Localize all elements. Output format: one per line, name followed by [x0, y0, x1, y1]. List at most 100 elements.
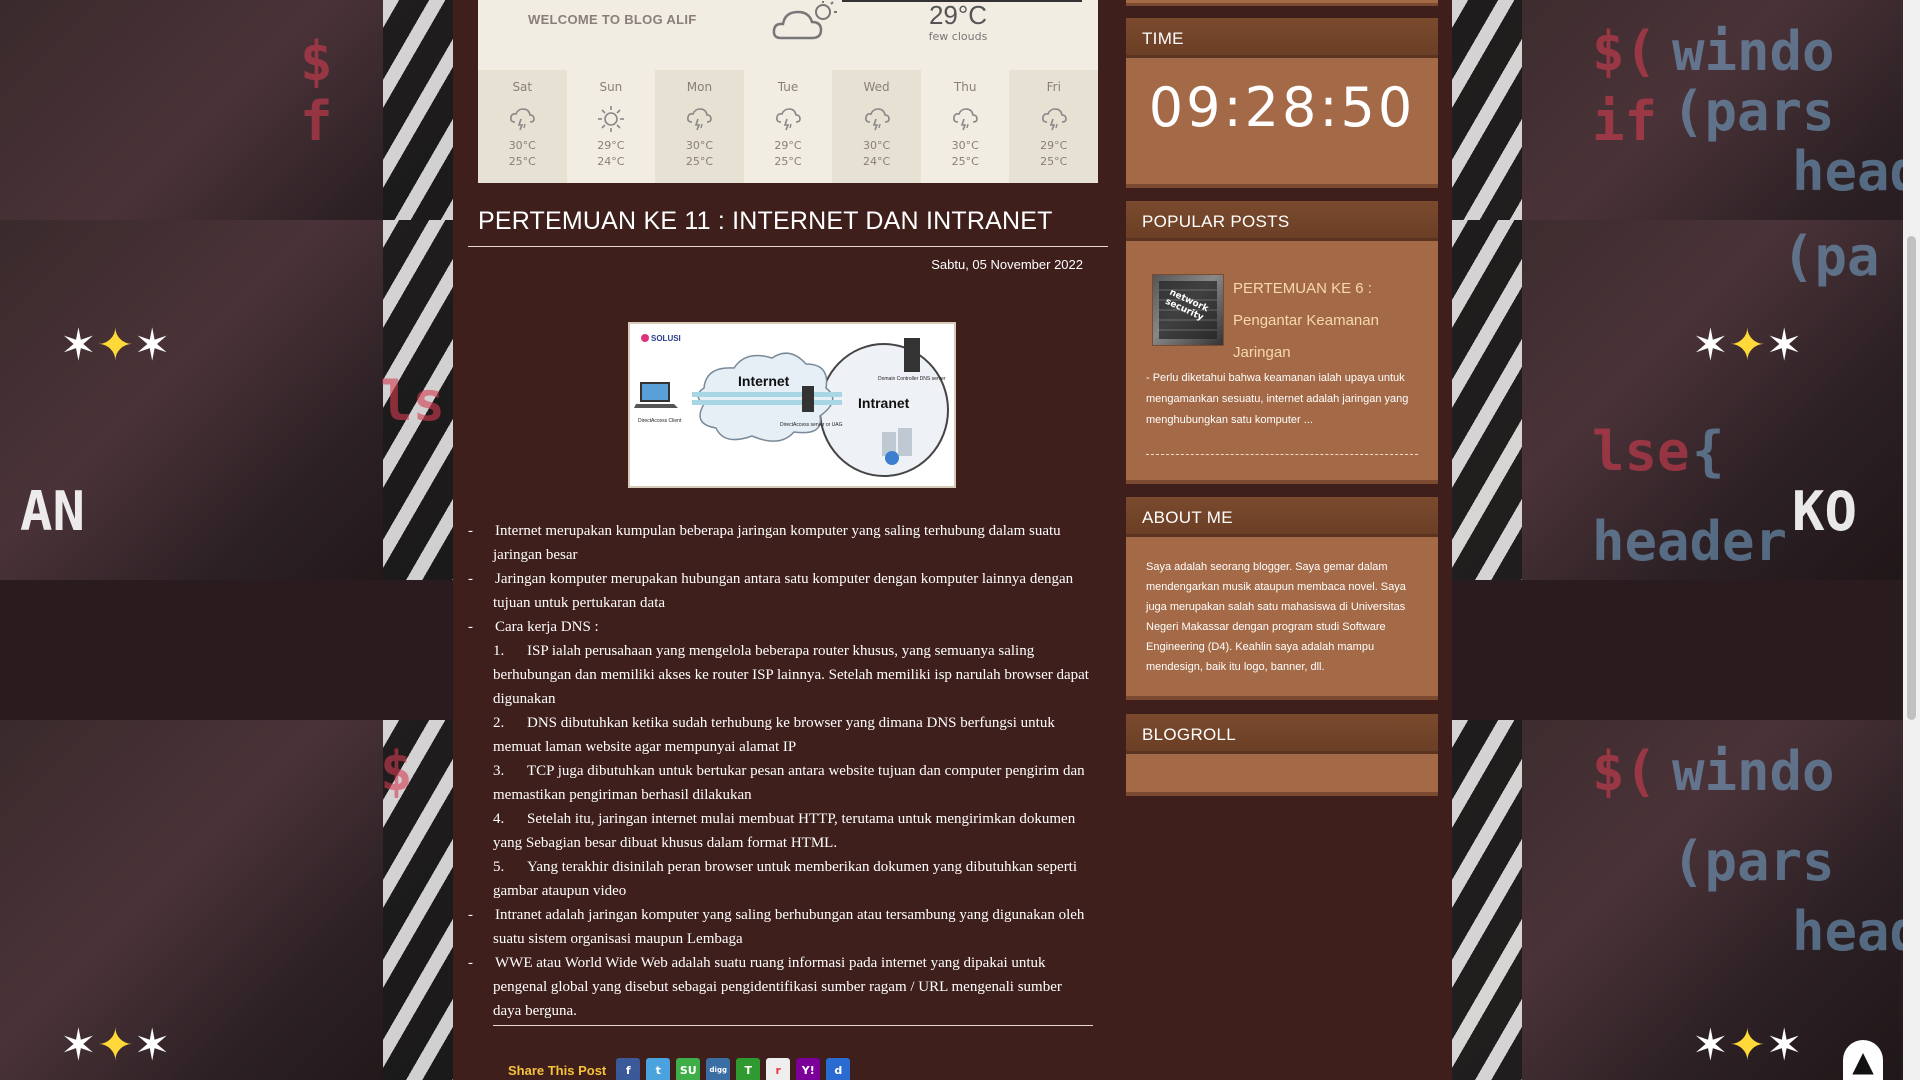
image-client-label: DirectAccess Client	[638, 418, 682, 424]
widget-title: ABOUT ME	[1126, 497, 1438, 537]
forecast-day-name: Mon	[686, 80, 713, 94]
dns-step: 2. DNS dibutuhkan ketika sudah terhubung …	[468, 711, 1093, 759]
step-text: Yang terakhir disinilah peran browser un…	[493, 859, 1078, 899]
popular-posts-widget: POPULAR POSTS network security PERTEMUAN…	[1126, 201, 1438, 484]
image-internet-label: Internet	[738, 373, 790, 389]
background-tile: (pa ✶✦✶ lse { KO header	[1452, 220, 1920, 580]
partly-cloudy-icon	[771, 0, 841, 46]
page-scrollbar[interactable]	[1903, 0, 1920, 1080]
forecast-day-name: Fri	[1046, 80, 1061, 94]
dns-step: 5. Yang terakhir disinilah peran browser …	[468, 855, 1093, 903]
bullet-dash: -	[468, 619, 473, 635]
forecast-low: 24°C	[597, 155, 625, 168]
bullet-dash: -	[468, 523, 473, 539]
forecast-day: Mon 30°C 25°C	[655, 70, 744, 183]
step-text: Setelah itu, jaringan internet mulai mem…	[493, 811, 1076, 851]
share-label: Share This Post	[508, 1062, 607, 1078]
twitter-icon[interactable]: t	[646, 1058, 671, 1080]
forecast-high: 29°C	[1040, 139, 1068, 152]
bullet-paragraph: - Intranet adalah jaringan komputer yang…	[468, 903, 1093, 951]
current-temperature: 29°C	[928, 0, 988, 30]
blog-wrapper: WELCOME TO BLOG ALIF 29°C few clouds Sat…	[453, 0, 1452, 1080]
forecast-day-name: Thu	[953, 80, 977, 94]
forecast-day: Sat 30°C 25°C	[478, 70, 567, 183]
post-body: - Internet merupakan kumpulan beberapa j…	[468, 519, 1093, 1023]
bullet-text: Internet merupakan kumpulan beberapa jar…	[493, 523, 1061, 563]
popular-post-thumbnail[interactable]: network security	[1152, 274, 1224, 346]
technorati-icon[interactable]: T	[736, 1058, 761, 1080]
step-number: 3.	[493, 763, 505, 779]
forecast-high: 29°C	[774, 139, 802, 152]
delicious-icon[interactable]: d	[826, 1058, 851, 1080]
forecast-low: 25°C	[508, 155, 536, 168]
top-widget-edge	[1126, 0, 1438, 6]
bullet-dash: -	[468, 571, 473, 587]
step-number: 4.	[493, 811, 505, 827]
dns-step: 3. TCP juga dibutuhkan untuk bertukar pes…	[468, 759, 1093, 807]
step-text: TCP juga dibutuhkan untuk bertukar pesan…	[493, 763, 1085, 803]
about-me-widget: ABOUT ME Saya adalah seorang blogger. Sa…	[1126, 497, 1438, 700]
popular-post-snippet: - Perlu diketahui bahwa keamanan ialah u…	[1146, 372, 1409, 426]
forecast-low: 25°C	[685, 155, 714, 168]
post-end-divider	[493, 1025, 1093, 1026]
scrollbar-thumb[interactable]	[1907, 236, 1916, 720]
rain-cloud-icon	[744, 104, 833, 134]
background-tile: $( windo (pars head ✶✦✶	[1452, 720, 1920, 1080]
welcome-text: WELCOME TO BLOG ALIF	[528, 12, 697, 27]
sun-icon	[567, 104, 656, 134]
step-number: 1.	[493, 643, 505, 659]
forecast-high: 30°C	[863, 139, 891, 152]
weather-widget: WELCOME TO BLOG ALIF 29°C few clouds Sat…	[478, 0, 1099, 183]
widget-title: POPULAR POSTS	[1126, 201, 1438, 241]
image-brand-label: SOLUSI	[651, 334, 681, 343]
forecast-low: 25°C	[951, 155, 979, 168]
digg-icon[interactable]: digg	[706, 1058, 731, 1080]
dns-step: 1. ISP ialah perusahaan yang mengelola be…	[468, 639, 1093, 711]
share-bar: Share This Post f t SU digg T r Y! d	[508, 1058, 851, 1080]
rain-cloud-icon	[1009, 104, 1098, 134]
forecast-day-name: Sat	[512, 80, 533, 94]
scroll-to-top-button[interactable]: ▲	[1843, 1040, 1883, 1080]
digital-clock: 09:28:50	[1148, 76, 1416, 139]
step-number: 5.	[493, 859, 505, 875]
stumbleupon-icon[interactable]: SU	[676, 1058, 701, 1080]
forecast-high: 29°C	[597, 139, 625, 152]
post-title[interactable]: PERTEMUAN KE 11 : INTERNET DAN INTRANET	[478, 207, 1053, 236]
forecast-low: 25°C	[774, 155, 802, 168]
popular-post-link[interactable]: PERTEMUAN KE 6 : Pengantar Keamanan Jari…	[1233, 273, 1413, 369]
bullet-text: WWE atau World Wide Web adalah suatu rua…	[493, 955, 1062, 1019]
popular-post-item: network security PERTEMUAN KE 6 : Pengan…	[1126, 241, 1438, 483]
step-text: DNS dibutuhkan ketika sudah terhubung ke…	[493, 715, 1055, 755]
rain-cloud-icon	[655, 104, 744, 134]
step-text: ISP ialah perusahaan yang mengelola bebe…	[493, 643, 1089, 707]
reddit-icon[interactable]: r	[766, 1058, 791, 1080]
about-me-text: Saya adalah seorang blogger. Saya gemar …	[1146, 561, 1406, 673]
facebook-icon[interactable]: f	[616, 1058, 641, 1080]
bullet-text: Cara kerja DNS :	[495, 619, 599, 635]
forecast-row: Sat 30°C 25°C Sun 29°C 24°C Mon 30°C 25°…	[478, 70, 1099, 183]
image-server-label: DirectAccess server or UAG	[780, 422, 843, 428]
popular-post-divider	[1146, 454, 1418, 455]
bullet-dash: -	[468, 955, 473, 971]
forecast-day-name: Sun	[599, 80, 623, 94]
bullet-paragraph: - Internet merupakan kumpulan beberapa j…	[468, 519, 1093, 567]
forecast-day: Wed 30°C 24°C	[832, 70, 921, 183]
bullet-paragraph: - Cara kerja DNS :	[468, 615, 1093, 639]
bullet-text: Intranet adalah jaringan komputer yang s…	[493, 907, 1085, 947]
forecast-day-name: Tue	[777, 80, 799, 94]
rain-cloud-icon	[478, 104, 567, 134]
forecast-day: Fri 29°C 25°C	[1009, 70, 1099, 183]
post-image-internet-intranet[interactable]: SOLUSI Internet Intranet DirectAccess Cl…	[628, 322, 956, 488]
blogroll-widget: BLOGROLL	[1126, 714, 1438, 796]
title-divider	[468, 246, 1108, 247]
current-condition: few clouds	[928, 30, 988, 43]
bullet-paragraph: - Jaringan komputer merupakan hubungan a…	[468, 567, 1093, 615]
forecast-day: Thu 30°C 25°C	[921, 70, 1010, 183]
forecast-low: 24°C	[863, 155, 891, 168]
forecast-day: Sun 29°C 24°C	[567, 70, 656, 183]
widget-title: TIME	[1126, 18, 1438, 58]
background-tile: ls AN ✶✦✶	[0, 220, 453, 580]
bullet-paragraph: - WWE atau World Wide Web adalah suatu r…	[468, 951, 1093, 1023]
step-number: 2.	[493, 715, 505, 731]
yahoo-icon[interactable]: Y!	[796, 1058, 821, 1080]
